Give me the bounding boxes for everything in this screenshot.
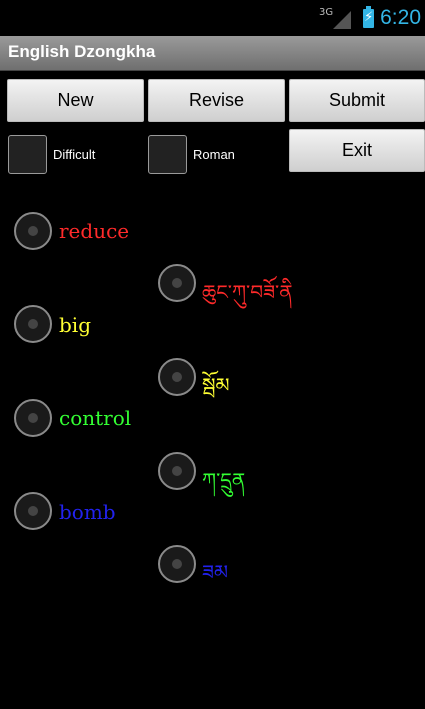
radio-dot-icon bbox=[172, 372, 182, 382]
new-button[interactable]: New bbox=[7, 79, 144, 122]
app-title-bar: English Dzongkha bbox=[0, 36, 425, 71]
radio-dot-icon bbox=[172, 278, 182, 288]
network-type-label: 3G bbox=[319, 6, 334, 18]
english-word[interactable]: bomb bbox=[59, 500, 116, 524]
radio-dot-icon bbox=[28, 319, 38, 329]
english-option-radio[interactable] bbox=[14, 212, 52, 250]
english-option-radio[interactable] bbox=[14, 492, 52, 530]
radio-dot-icon bbox=[28, 226, 38, 236]
radio-dot-icon bbox=[172, 559, 182, 569]
dzongkha-word[interactable]: ཀ་དྲུན bbox=[202, 458, 245, 514]
difficult-label: Difficult bbox=[53, 147, 96, 162]
dzongkha-option-radio[interactable] bbox=[158, 452, 196, 490]
status-bar: 3G ⚡ 6:20 bbox=[0, 0, 425, 36]
roman-label: Roman bbox=[193, 147, 235, 162]
english-word[interactable]: reduce bbox=[59, 219, 129, 243]
dzongkha-option-radio[interactable] bbox=[158, 264, 196, 302]
roman-checkbox[interactable] bbox=[148, 135, 187, 174]
dzongkha-word[interactable]: ཟམ bbox=[202, 550, 228, 606]
revise-button[interactable]: Revise bbox=[148, 79, 285, 122]
app-title: English Dzongkha bbox=[8, 42, 156, 61]
dzongkha-word[interactable]: ཆུང་ཀུ་བཟོ་ནི bbox=[202, 270, 293, 326]
english-option-radio[interactable] bbox=[14, 305, 52, 343]
english-option-radio[interactable] bbox=[14, 399, 52, 437]
radio-dot-icon bbox=[28, 413, 38, 423]
dzongkha-option-radio[interactable] bbox=[158, 545, 196, 583]
radio-dot-icon bbox=[172, 466, 182, 476]
english-word[interactable]: control bbox=[59, 406, 131, 430]
status-clock: 6:20 bbox=[380, 6, 421, 29]
signal-icon bbox=[333, 11, 352, 29]
submit-button[interactable]: Submit bbox=[289, 79, 425, 122]
dzongkha-word[interactable]: སྦོམ bbox=[202, 363, 230, 419]
radio-dot-icon bbox=[28, 506, 38, 516]
exit-button[interactable]: Exit bbox=[289, 129, 425, 172]
difficult-checkbox[interactable] bbox=[8, 135, 47, 174]
english-word[interactable]: big bbox=[59, 313, 91, 337]
dzongkha-option-radio[interactable] bbox=[158, 358, 196, 396]
battery-charging-icon: ⚡ bbox=[363, 5, 375, 28]
